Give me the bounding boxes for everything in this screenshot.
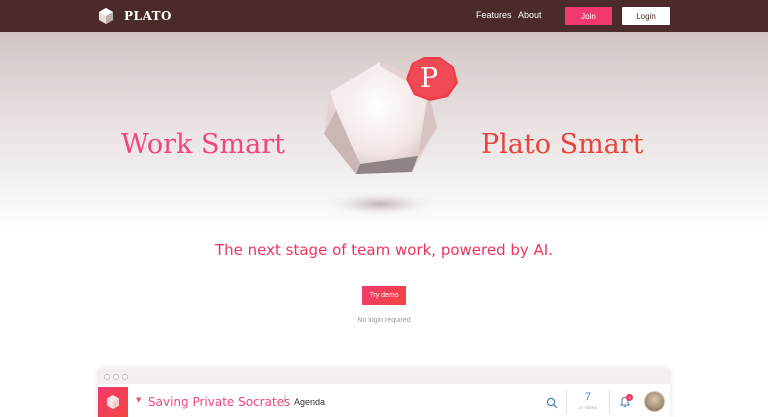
hero-right-heading: Plato Smart xyxy=(481,129,644,160)
task-count-label: 47 TASKS xyxy=(578,405,598,410)
hero-tagline: The next stage of team work, powered by … xyxy=(215,241,553,259)
window-dot-icon xyxy=(113,374,119,380)
p-badge-letter: P xyxy=(420,63,439,94)
nav-link-about[interactable]: About xyxy=(518,10,542,20)
plato-logo-icon[interactable] xyxy=(97,7,115,25)
breadcrumb-separator: / xyxy=(282,394,287,409)
divider xyxy=(609,390,610,414)
avatar[interactable] xyxy=(644,391,665,412)
hero-left-heading: Work Smart xyxy=(121,129,285,160)
top-navbar: PLATO Features About Join Login xyxy=(0,0,768,32)
notification-badge: 3 xyxy=(626,394,633,401)
demo-note: No login required xyxy=(357,317,411,324)
task-count[interactable]: 7 xyxy=(571,391,605,403)
project-title[interactable]: Saving Private Socrates xyxy=(148,395,290,409)
join-button[interactable]: Join xyxy=(565,7,612,25)
search-icon[interactable] xyxy=(546,397,558,409)
nav-link-features[interactable]: Features xyxy=(476,10,512,20)
window-titlebar xyxy=(98,369,670,384)
window-dot-icon xyxy=(122,374,128,380)
brand-name[interactable]: PLATO xyxy=(124,9,172,23)
breadcrumb-agenda[interactable]: Agenda xyxy=(294,397,325,407)
window-dot-icon xyxy=(104,374,110,380)
plato-logo-icon xyxy=(107,395,119,409)
divider xyxy=(566,390,567,414)
login-button[interactable]: Login xyxy=(622,7,670,25)
app-logo-tile[interactable] xyxy=(98,387,128,417)
chevron-down-icon[interactable]: ▼ xyxy=(136,396,141,404)
try-demo-button[interactable]: Try demo xyxy=(362,286,406,305)
